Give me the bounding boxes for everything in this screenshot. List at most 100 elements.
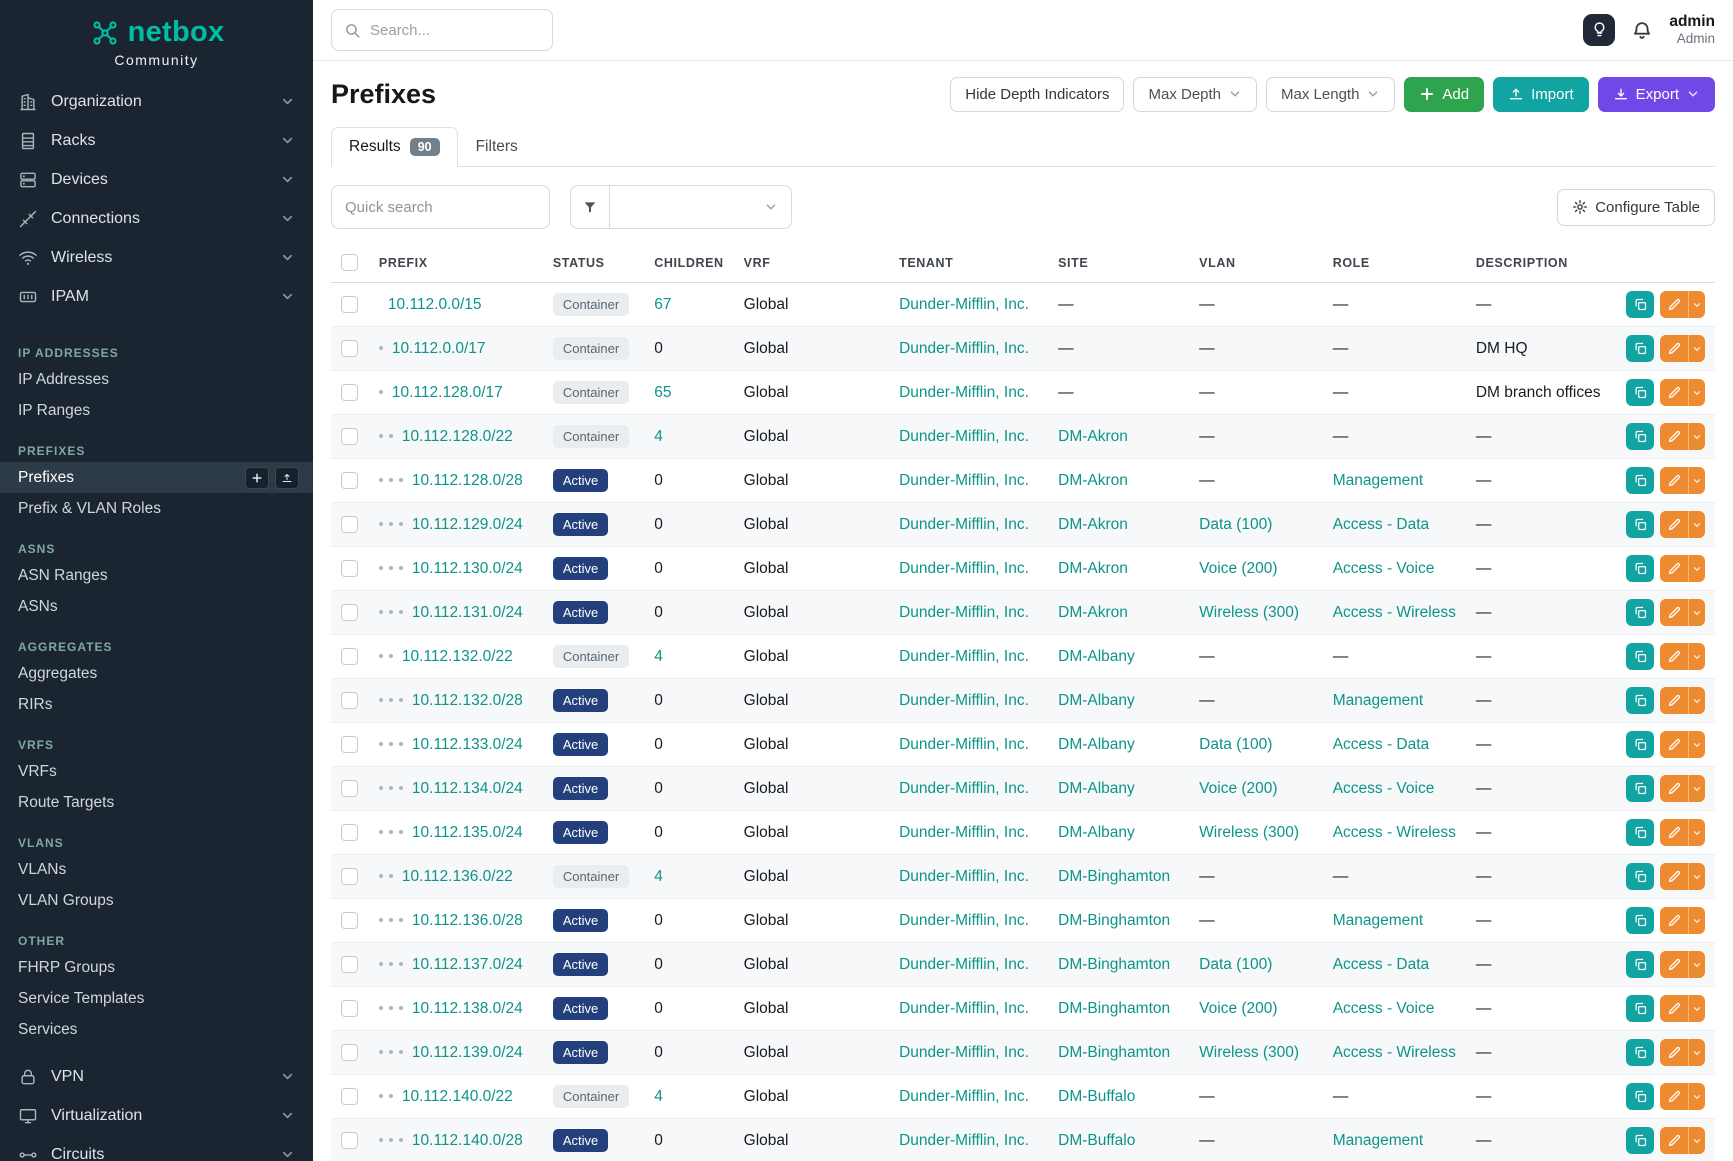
copy-button[interactable] xyxy=(1626,599,1654,626)
vlan-link[interactable]: Data (100) xyxy=(1199,736,1272,753)
role-link[interactable]: Access - Data xyxy=(1333,956,1429,973)
sidebar-item-devices[interactable]: Devices xyxy=(0,160,313,199)
tenant-link[interactable]: Dunder-Mifflin, Inc. xyxy=(899,516,1029,533)
site-link[interactable]: DM-Albany xyxy=(1058,780,1135,797)
edit-button[interactable] xyxy=(1660,1083,1688,1110)
prefix-link[interactable]: 10.112.0.0/17 xyxy=(392,340,486,357)
prefix-link[interactable]: 10.112.129.0/24 xyxy=(412,516,523,533)
tenant-link[interactable]: Dunder-Mifflin, Inc. xyxy=(899,692,1029,709)
sidebar-item-asn-ranges[interactable]: ASN Ranges xyxy=(0,560,313,591)
copy-button[interactable] xyxy=(1626,467,1654,494)
edit-button[interactable] xyxy=(1660,291,1688,318)
copy-button[interactable] xyxy=(1626,731,1654,758)
sidebar-item-wireless[interactable]: Wireless xyxy=(0,238,313,277)
site-link[interactable]: DM-Binghamton xyxy=(1058,912,1170,929)
prefix-link[interactable]: 10.112.138.0/24 xyxy=(412,1000,523,1017)
copy-button[interactable] xyxy=(1626,511,1654,538)
edit-dropdown-caret[interactable] xyxy=(1688,643,1705,670)
copy-button[interactable] xyxy=(1626,335,1654,362)
sidebar-item-racks[interactable]: Racks xyxy=(0,121,313,160)
prefix-link[interactable]: 10.112.130.0/24 xyxy=(412,560,523,577)
prefix-link[interactable]: 10.112.140.0/22 xyxy=(402,1088,513,1105)
row-checkbox[interactable] xyxy=(341,648,358,665)
role-link[interactable]: Access - Data xyxy=(1333,516,1429,533)
row-checkbox[interactable] xyxy=(341,560,358,577)
copy-button[interactable] xyxy=(1626,819,1654,846)
column-header-tenant[interactable]: TENANT xyxy=(889,243,1048,283)
edit-button[interactable] xyxy=(1660,643,1688,670)
column-header-site[interactable]: SITE xyxy=(1048,243,1189,283)
tenant-link[interactable]: Dunder-Mifflin, Inc. xyxy=(899,736,1029,753)
tenant-link[interactable]: Dunder-Mifflin, Inc. xyxy=(899,868,1029,885)
edit-dropdown-caret[interactable] xyxy=(1688,291,1705,318)
max-depth-dropdown[interactable]: Max Depth xyxy=(1133,77,1257,112)
copy-button[interactable] xyxy=(1626,863,1654,890)
theme-toggle-button[interactable] xyxy=(1583,14,1615,46)
children-link[interactable]: 65 xyxy=(654,384,671,401)
column-header-status[interactable]: STATUS xyxy=(543,243,644,283)
sidebar-item-services[interactable]: Services xyxy=(0,1014,313,1045)
children-link[interactable]: 4 xyxy=(654,1088,663,1105)
edit-button[interactable] xyxy=(1660,511,1688,538)
row-checkbox[interactable] xyxy=(341,956,358,973)
row-checkbox[interactable] xyxy=(341,912,358,929)
row-checkbox[interactable] xyxy=(341,516,358,533)
prefix-link[interactable]: 10.112.132.0/22 xyxy=(402,648,513,665)
prefix-link[interactable]: 10.112.132.0/28 xyxy=(412,692,523,709)
prefix-link[interactable]: 10.112.133.0/24 xyxy=(412,736,523,753)
sidebar-item-virtualization[interactable]: Virtualization xyxy=(0,1096,313,1135)
tenant-link[interactable]: Dunder-Mifflin, Inc. xyxy=(899,912,1029,929)
edit-button[interactable] xyxy=(1660,1127,1688,1154)
prefix-link[interactable]: 10.112.136.0/22 xyxy=(402,868,513,885)
sidebar-item-vlan-groups[interactable]: VLAN Groups xyxy=(0,885,313,916)
column-header-prefix[interactable]: PREFIX xyxy=(369,243,543,283)
row-checkbox[interactable] xyxy=(341,472,358,489)
sidebar-item-asns[interactable]: ASNs xyxy=(0,591,313,622)
edit-button[interactable] xyxy=(1660,599,1688,626)
role-link[interactable]: Access - Voice xyxy=(1333,1000,1435,1017)
row-checkbox[interactable] xyxy=(341,340,358,357)
row-checkbox[interactable] xyxy=(341,384,358,401)
copy-button[interactable] xyxy=(1626,995,1654,1022)
sidebar-item-rirs[interactable]: RIRs xyxy=(0,689,313,720)
role-link[interactable]: Management xyxy=(1333,692,1423,709)
vlan-link[interactable]: Voice (200) xyxy=(1199,780,1277,797)
edit-dropdown-caret[interactable] xyxy=(1688,863,1705,890)
vlan-link[interactable]: Wireless (300) xyxy=(1199,824,1299,841)
prefix-link[interactable]: 10.112.131.0/24 xyxy=(412,604,523,621)
edit-button[interactable] xyxy=(1660,467,1688,494)
site-link[interactable]: DM-Akron xyxy=(1058,428,1128,445)
role-link[interactable]: Access - Wireless xyxy=(1333,824,1456,841)
copy-button[interactable] xyxy=(1626,379,1654,406)
edit-button[interactable] xyxy=(1660,819,1688,846)
tenant-link[interactable]: Dunder-Mifflin, Inc. xyxy=(899,1088,1029,1105)
site-link[interactable]: DM-Albany xyxy=(1058,692,1135,709)
role-link[interactable]: Management xyxy=(1333,1132,1423,1149)
edit-dropdown-caret[interactable] xyxy=(1688,379,1705,406)
site-link[interactable]: DM-Akron xyxy=(1058,472,1128,489)
prefix-link[interactable]: 10.112.140.0/28 xyxy=(412,1132,523,1149)
prefix-link[interactable]: 10.112.128.0/17 xyxy=(392,384,503,401)
row-checkbox[interactable] xyxy=(341,296,358,313)
role-link[interactable]: Management xyxy=(1333,912,1423,929)
tenant-link[interactable]: Dunder-Mifflin, Inc. xyxy=(899,604,1029,621)
tab-results[interactable]: Results 90 xyxy=(331,127,458,167)
edit-dropdown-caret[interactable] xyxy=(1688,951,1705,978)
edit-button[interactable] xyxy=(1660,379,1688,406)
edit-dropdown-caret[interactable] xyxy=(1688,555,1705,582)
tenant-link[interactable]: Dunder-Mifflin, Inc. xyxy=(899,1000,1029,1017)
sidebar-item-connections[interactable]: Connections xyxy=(0,199,313,238)
role-link[interactable]: Management xyxy=(1333,472,1423,489)
column-header-vrf[interactable]: VRF xyxy=(734,243,889,283)
copy-button[interactable] xyxy=(1626,423,1654,450)
role-link[interactable]: Access - Data xyxy=(1333,736,1429,753)
row-checkbox[interactable] xyxy=(341,1088,358,1105)
sidebar-item-vpn[interactable]: VPN xyxy=(0,1057,313,1096)
copy-button[interactable] xyxy=(1626,555,1654,582)
sidebar-item-prefixes[interactable]: Prefixes xyxy=(0,462,313,493)
column-header-description[interactable]: DESCRIPTION xyxy=(1466,243,1611,283)
tenant-link[interactable]: Dunder-Mifflin, Inc. xyxy=(899,428,1029,445)
vlan-link[interactable]: Data (100) xyxy=(1199,956,1272,973)
tenant-link[interactable]: Dunder-Mifflin, Inc. xyxy=(899,472,1029,489)
row-checkbox[interactable] xyxy=(341,868,358,885)
